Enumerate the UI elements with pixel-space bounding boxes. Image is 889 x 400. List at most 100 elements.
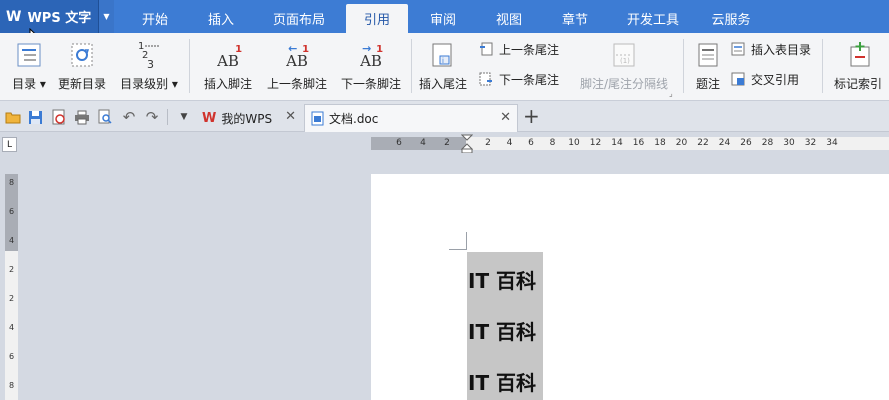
print-icon[interactable] — [73, 108, 91, 126]
ruler-number: 6 — [396, 138, 402, 148]
mark-index-icon — [830, 35, 889, 69]
prev-endnote-label: 上一条尾注 — [499, 42, 560, 57]
cross-reference-button[interactable]: 交叉引用 — [730, 69, 799, 89]
insert-footnote-icon: AB 1 — [217, 44, 243, 70]
ruler-number: 8 — [8, 178, 15, 187]
tab-page-layout[interactable]: 页面布局 — [256, 3, 342, 33]
toolbar-separator — [167, 109, 168, 125]
toc-level-icon: 1 2 3 — [135, 35, 163, 69]
close-tab-icon[interactable]: ✕ — [285, 109, 296, 124]
ruler-number: 2 — [444, 138, 450, 148]
doc-tab-label: 我的WPS — [221, 111, 273, 126]
ruler-number: 2 — [8, 294, 15, 303]
new-tab-plus-icon[interactable]: + — [523, 104, 540, 128]
document-text-line[interactable]: IT 百科 — [468, 316, 536, 345]
update-toc-button[interactable]: 更新目录 — [54, 35, 110, 97]
caption-button[interactable]: 题注 — [688, 35, 728, 97]
customize-toolbar-dropdown-icon[interactable]: ▼ — [175, 108, 193, 126]
prev-footnote-label: 上一条脚注 — [266, 77, 327, 91]
ruler-number: 4 — [8, 236, 15, 245]
insert-table-of-figures-label: 插入表目录 — [751, 42, 812, 57]
ribbon-toolbar: 目录 ▾ 更新目录 1 2 3 目录级别 ▾ AB 1 插入脚注 AB ← 1 … — [0, 33, 889, 101]
ruler-number: 6 — [8, 352, 15, 361]
save-icon[interactable] — [26, 108, 44, 126]
tab-home[interactable]: 开始 — [124, 3, 186, 33]
close-tab-icon[interactable]: ✕ — [500, 110, 511, 125]
next-endnote-button[interactable]: 下一条尾注 — [478, 69, 559, 89]
tab-stop-selector[interactable]: L — [2, 137, 17, 152]
document-text-line[interactable]: IT 百科 — [468, 265, 536, 294]
update-toc-icon — [68, 35, 96, 69]
prev-endnote-button[interactable]: 上一条尾注 — [478, 39, 559, 59]
ruler-number: 30 — [783, 138, 795, 148]
document-file-icon — [311, 111, 324, 126]
vertical-ruler[interactable]: 8 6 4 2 2 4 6 8 — [5, 174, 18, 400]
app-menu-button[interactable]: W WPS 文字 ▼ — [0, 0, 114, 33]
print-preview-icon[interactable] — [96, 108, 114, 126]
ruler-number: 6 — [8, 207, 15, 216]
margin-crop-mark — [466, 232, 467, 250]
ruler-number: 12 — [589, 138, 602, 148]
cross-reference-icon — [730, 71, 746, 87]
redo-icon[interactable]: ↷ — [143, 108, 161, 126]
ruler-number: 24 — [718, 138, 731, 148]
insert-table-of-figures-button[interactable]: 插入表目录 — [730, 39, 811, 59]
export-pdf-icon[interactable] — [50, 108, 68, 126]
ruler-number: 18 — [654, 138, 666, 148]
ruler-number: 4 — [420, 138, 426, 148]
ruler-number: 8 — [8, 381, 15, 390]
ruler-number: 14 — [611, 138, 623, 148]
insert-footnote-label: 插入脚注 — [203, 77, 252, 91]
svg-text:3: 3 — [147, 58, 154, 69]
app-menu-dropdown-icon[interactable]: ▼ — [98, 0, 114, 33]
next-footnote-label: 下一条脚注 — [340, 77, 401, 91]
document-text-line[interactable]: IT 百科 — [468, 367, 536, 396]
menu-bar: W WPS 文字 ▼ 开始 插入 页面布局 引用 审阅 视图 章节 开发工具 云… — [0, 0, 889, 33]
tab-view[interactable]: 视图 — [478, 3, 540, 33]
ruler-number: 22 — [697, 138, 709, 148]
toc-button[interactable]: 目录 ▾ — [6, 35, 52, 97]
table-of-figures-icon — [730, 41, 746, 57]
ruler-number: 32 — [804, 138, 817, 148]
ribbon-separator — [683, 39, 684, 93]
doc-tab-document[interactable]: 文档.doc ✕ — [304, 104, 518, 132]
horizontal-ruler[interactable]: 6 4 2 2 4 6 8 10 12 14 16 18 20 22 24 26 28 30 32 34 — [371, 134, 889, 154]
toc-label: 目录 — [12, 77, 37, 91]
insert-endnote-icon: i — [430, 35, 456, 69]
ruler-number: 6 — [528, 138, 534, 148]
tab-references[interactable]: 引用 — [346, 4, 408, 33]
ribbon-separator — [189, 39, 190, 93]
footnote-separator-label: 脚注/尾注分隔线 — [579, 77, 669, 91]
insert-endnote-button[interactable]: i 插入尾注 — [414, 35, 472, 97]
update-toc-label: 更新目录 — [57, 77, 106, 91]
open-folder-icon[interactable] — [4, 108, 22, 126]
tab-cloud-service[interactable]: 云服务 — [700, 3, 762, 33]
ruler-number: 4 — [506, 138, 513, 148]
footnote-separator-button[interactable]: (1) 脚注/尾注分隔线 — [574, 35, 674, 97]
ruler-number: 26 — [740, 138, 752, 148]
cross-reference-label: 交叉引用 — [751, 72, 800, 87]
ruler-number: 34 — [826, 138, 838, 148]
undo-icon[interactable]: ↶ — [120, 108, 138, 126]
tab-insert[interactable]: 插入 — [190, 3, 252, 33]
footnote-separator-icon: (1) — [611, 35, 637, 69]
dialog-launcher-icon[interactable]: ⌟ — [669, 89, 673, 98]
mark-index-button[interactable]: 标记索引 — [830, 35, 889, 97]
indent-marker-icon[interactable] — [460, 134, 474, 156]
doc-tab-label: 文档.doc — [329, 112, 379, 126]
ribbon-separator — [411, 39, 412, 93]
tab-developer[interactable]: 开发工具 — [610, 3, 696, 33]
svg-text:(1): (1) — [620, 57, 630, 65]
next-footnote-button[interactable]: AB → 1 下一条脚注 — [336, 35, 406, 97]
toc-icon — [15, 35, 43, 69]
insert-footnote-button[interactable]: AB 1 插入脚注 — [197, 35, 259, 97]
tab-chapter[interactable]: 章节 — [544, 3, 606, 33]
ruler-number: 8 — [549, 138, 556, 148]
toc-level-button[interactable]: 1 2 3 目录级别 ▾ — [116, 35, 182, 97]
caption-icon — [696, 35, 720, 69]
tab-review[interactable]: 审阅 — [412, 3, 474, 33]
prev-footnote-button[interactable]: AB ← 1 上一条脚注 — [262, 35, 332, 97]
doc-tab-my-wps[interactable]: W 我的WPS ✕ — [196, 104, 302, 132]
next-endnote-icon — [478, 71, 494, 87]
document-page[interactable] — [371, 174, 889, 400]
